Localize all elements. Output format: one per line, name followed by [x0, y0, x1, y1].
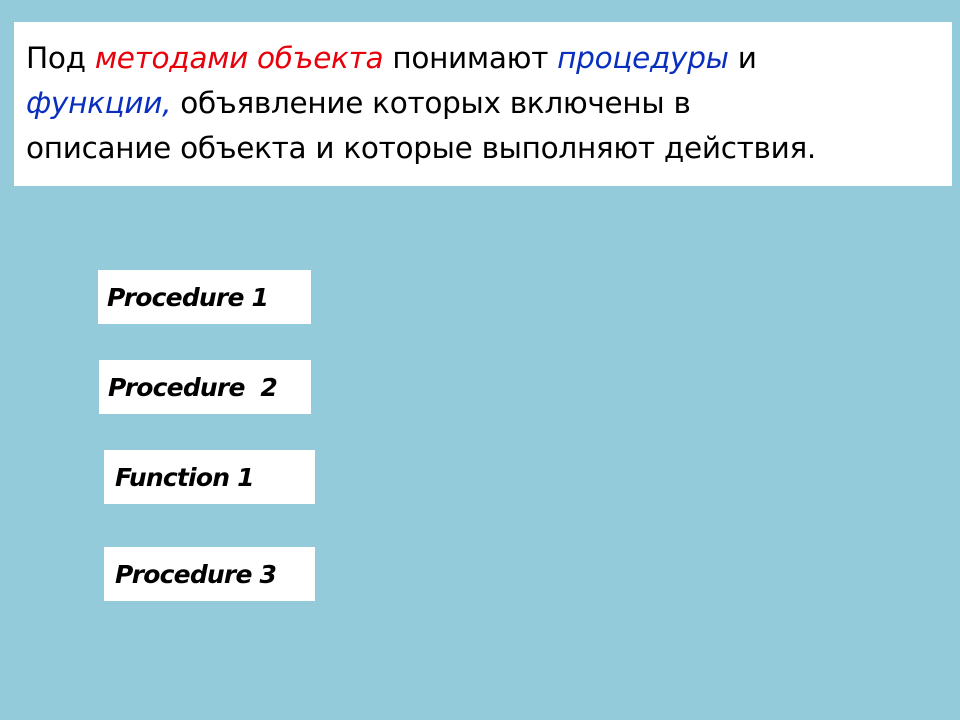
text-segment: объявление которых включены в	[171, 86, 691, 120]
highlight-functions: функции,	[26, 86, 172, 120]
method-box-procedure-2: Procedure 2	[99, 360, 311, 414]
definition-line-1: Под методами объекта понимают процедуры …	[26, 36, 952, 81]
definition-line-3: описание объекта и которые выполняют дей…	[26, 131, 816, 165]
method-box-function-1: Function 1	[104, 450, 315, 504]
definition-text-box: Под методами объекта понимают процедуры …	[14, 22, 952, 186]
highlight-procedures: процедуры	[557, 41, 729, 75]
text-segment: понимают	[383, 41, 558, 75]
method-box-procedure-1: Procedure 1	[98, 270, 311, 324]
text-segment: Под	[26, 41, 95, 75]
text-segment: и	[728, 41, 757, 75]
method-box-procedure-3: Procedure 3	[104, 547, 315, 601]
definition-line-2: функции, объявление которых включены в	[26, 81, 952, 126]
highlight-object-methods: методами объекта	[94, 41, 384, 75]
